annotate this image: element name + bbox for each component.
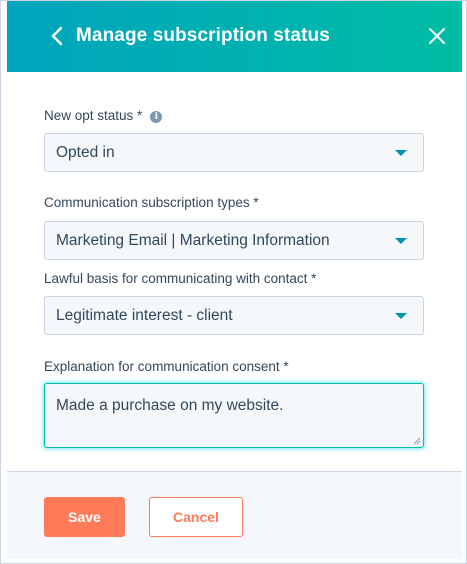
panel-footer: Save Cancel bbox=[7, 471, 462, 559]
chevron-down-icon bbox=[395, 238, 407, 244]
opt-status-value: Opted in bbox=[56, 144, 115, 161]
chevron-down-icon bbox=[395, 150, 407, 156]
opt-status-select[interactable]: Opted in bbox=[44, 133, 424, 172]
cancel-button[interactable]: Cancel bbox=[149, 497, 243, 537]
explanation-textarea[interactable]: Made a purchase on my website. bbox=[44, 383, 424, 448]
opt-status-label: New opt status * bbox=[44, 108, 143, 123]
close-icon[interactable] bbox=[426, 25, 448, 47]
panel-header: Manage subscription status bbox=[7, 1, 462, 72]
opt-status-field-label: New opt status * i bbox=[44, 108, 163, 123]
lawful-basis-label: Lawful basis for communicating with cont… bbox=[44, 271, 317, 286]
panel-title: Manage subscription status bbox=[76, 25, 330, 46]
manage-subscription-panel: Manage subscription status New opt statu… bbox=[0, 0, 467, 564]
chevron-left-icon[interactable] bbox=[47, 23, 69, 49]
subscription-types-value: Marketing Email | Marketing Information bbox=[56, 232, 330, 249]
info-icon[interactable]: i bbox=[150, 111, 163, 123]
subscription-types-label: Communication subscription types * bbox=[44, 195, 259, 210]
lawful-basis-value: Legitimate interest - client bbox=[56, 307, 233, 324]
explanation-label: Explanation for communication consent * bbox=[44, 359, 289, 374]
resize-grip-icon[interactable] bbox=[413, 437, 421, 445]
save-button[interactable]: Save bbox=[44, 497, 125, 537]
subscription-types-select[interactable]: Marketing Email | Marketing Information bbox=[44, 221, 424, 260]
chevron-down-icon bbox=[395, 313, 407, 319]
lawful-basis-select[interactable]: Legitimate interest - client bbox=[44, 296, 424, 335]
explanation-value: Made a purchase on my website. bbox=[56, 397, 284, 414]
